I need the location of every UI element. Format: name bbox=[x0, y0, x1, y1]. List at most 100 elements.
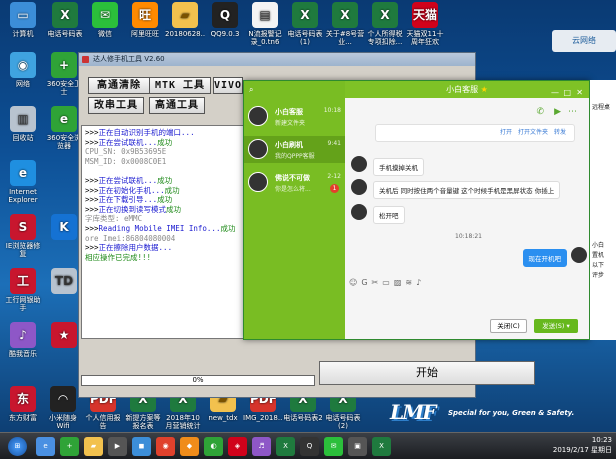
desktop-icon[interactable]: X 个人所得税专项扣除... bbox=[365, 2, 405, 46]
taskbar-excel-icon[interactable]: X bbox=[276, 437, 295, 456]
desktop-icon[interactable]: X 电话号码表(1) bbox=[285, 2, 325, 46]
message-bubble: 关机后 同时按住两个音量键 这个时候手机是黑屏状态 你插上 bbox=[373, 181, 561, 199]
scissors-icon[interactable]: ✂ bbox=[372, 278, 383, 287]
close-chat-button[interactable]: 关闭(C) bbox=[490, 319, 527, 333]
start-menu-icon[interactable]: ⊞ bbox=[8, 437, 27, 456]
desktop-icon[interactable]: S IE浏览器修复 bbox=[3, 214, 43, 258]
taskbar-app-icon[interactable]: ◼ bbox=[132, 437, 151, 456]
desktop-icon-label: QQ9.0.3 bbox=[210, 30, 240, 38]
desktop-icon[interactable]: ▭ 计算机 bbox=[3, 2, 43, 38]
desktop-icon-glyph: + bbox=[51, 52, 77, 78]
lmf-branding: LMF Special for you, Green & Safety. bbox=[390, 400, 574, 424]
desktop-icon[interactable]: 天猫 天猫双11十周年狂欢 bbox=[405, 2, 445, 46]
taskbar-app-icon[interactable]: ◆ bbox=[180, 437, 199, 456]
desktop-icon[interactable]: ✉ 微信 bbox=[85, 2, 125, 38]
desktop-icon[interactable]: 东东方财富 bbox=[3, 386, 43, 422]
log-text: 正在尝试联机... bbox=[98, 137, 158, 147]
right-panel-text: 评步 bbox=[592, 272, 605, 279]
gif-icon[interactable]: G bbox=[361, 278, 371, 287]
emoji-icon[interactable]: ☺ bbox=[349, 278, 361, 287]
log-text: 正在切换到读写模式 bbox=[98, 204, 167, 214]
avatar bbox=[248, 172, 268, 192]
taskbar-app-icon[interactable]: ◉ bbox=[156, 437, 175, 456]
contact-name: 小白刷机 bbox=[275, 141, 303, 149]
desktop-icon-label: 小米随身Wifi bbox=[49, 414, 77, 430]
log-text: >>> bbox=[85, 243, 99, 253]
desktop-icon-glyph: TD bbox=[51, 268, 77, 294]
taskbar-360-icon[interactable]: + bbox=[60, 437, 79, 456]
desktop-icon[interactable]: 旺阿里旺旺 bbox=[125, 2, 165, 38]
contact-item[interactable]: 小白刷机 我的QPPP客服 9:41 bbox=[244, 136, 345, 163]
send-button[interactable]: 发送(S) ▾ bbox=[534, 319, 578, 333]
desktop-icon-label: IMG_2018... bbox=[243, 414, 283, 422]
shake-icon[interactable]: ≋ bbox=[405, 278, 416, 287]
desktop-icon-label: 个人信用报告 bbox=[85, 414, 121, 430]
message-bubble: 现在开机吧 bbox=[522, 249, 567, 267]
file-action-link[interactable]: 转发 bbox=[554, 129, 566, 136]
chat-window: ⌕ 小白客服 新建文件夹 10:18 小白刷机 我的QPPP客服 9:41 佛说不可做 你是怎… bbox=[243, 80, 590, 340]
log-text: 相应操作已完成!!! bbox=[85, 252, 152, 262]
desktop-icon-glyph: ▤ bbox=[252, 2, 278, 28]
taskbar-ie-icon[interactable]: e bbox=[36, 437, 55, 456]
desktop-icon[interactable]: ▥ 回收站 bbox=[3, 106, 43, 142]
desktop-icon[interactable]: X 电话号码表 bbox=[45, 2, 85, 38]
taskbar-app-icon[interactable]: ◐ bbox=[204, 437, 223, 456]
log-text: 成功 bbox=[220, 223, 236, 233]
contact-msg: 我的QPPP客服 bbox=[275, 153, 315, 160]
chat-title: 小白客服 bbox=[446, 85, 479, 94]
qualcomm-clear-button[interactable]: 高通清除 bbox=[88, 77, 150, 94]
desktop-icon[interactable]: ▰ 20180628... bbox=[165, 2, 205, 38]
desktop-icon[interactable]: ◉ 网络 bbox=[3, 52, 43, 88]
desktop-icon-label: 新提方案等报名表 bbox=[125, 414, 161, 430]
desktop-icon-label: IE浏览器修复 bbox=[5, 242, 41, 258]
desktop-icon-glyph: 工 bbox=[10, 268, 36, 294]
desktop-icon[interactable]: Q QQ9.0.3 bbox=[205, 2, 245, 38]
qualcomm-tool-button[interactable]: 高通工具 bbox=[149, 97, 205, 114]
mtk-tool-button[interactable]: MTK 工具 bbox=[149, 77, 211, 94]
taskbar-wechat-icon[interactable]: ✉ bbox=[324, 437, 343, 456]
right-panel-text: 小白 bbox=[592, 242, 605, 249]
desktop-icon[interactable]: ♪ 酷我音乐 bbox=[3, 322, 43, 358]
taskbar-media-icon[interactable]: ▶ bbox=[108, 437, 127, 456]
folder-icon[interactable]: ▭ bbox=[382, 278, 394, 287]
desktop-icon-label: 网络 bbox=[16, 80, 30, 88]
video-icon[interactable]: ▶ bbox=[554, 107, 561, 117]
log-text: 正在初始化手机... bbox=[98, 185, 165, 195]
vivo-button[interactable]: VIVO bbox=[213, 77, 243, 94]
cloud-widget[interactable]: 云网络 bbox=[552, 30, 616, 52]
taskbar-app-icon[interactable]: ▣ bbox=[348, 437, 367, 456]
phone-icon[interactable]: ✆ bbox=[536, 107, 544, 117]
desktop-icon[interactable]: 工工行网银助手 bbox=[3, 268, 43, 312]
contact-item[interactable]: 小白客服 新建文件夹 10:18 bbox=[244, 103, 345, 130]
flash-tool-titlebar[interactable]: 达人修手机工具 V2.60 bbox=[79, 53, 475, 66]
taskbar-excel-icon[interactable]: X bbox=[372, 437, 391, 456]
start-button[interactable]: 开始 bbox=[319, 361, 535, 385]
send-label: 发送(S) bbox=[542, 322, 565, 330]
file-action-link[interactable]: 打开 bbox=[500, 129, 512, 136]
chat-header[interactable]: 小白客服 ★ — □ ✕ bbox=[345, 81, 589, 98]
taskbar-folder-icon[interactable]: ▰ bbox=[84, 437, 103, 456]
file-action-link[interactable]: 打开文件夹 bbox=[518, 129, 548, 136]
desktop-icon[interactable]: ▤ N流报警记录_0.tn6 bbox=[245, 2, 285, 46]
mic-icon[interactable]: ♪ bbox=[416, 278, 425, 287]
desktop-icon[interactable]: X 关于#8号营业... bbox=[325, 2, 365, 46]
taskbar-qq-icon[interactable]: Q bbox=[300, 437, 319, 456]
desktop-icon[interactable]: ◠ 小米随身Wifi bbox=[43, 386, 83, 430]
log-text: 正在自动识别手机的端口... bbox=[98, 128, 195, 137]
contact-item[interactable]: 佛说不可做 你是怎么将... 2-12 1 bbox=[244, 169, 345, 196]
more-icon[interactable]: ⋯ bbox=[568, 107, 577, 117]
log-text: >>> bbox=[85, 223, 99, 233]
image-icon[interactable]: ▨ bbox=[394, 278, 406, 287]
desktop-icon-label: N流报警记录_0.tn6 bbox=[248, 30, 282, 46]
change-serial-button[interactable]: 改串工具 bbox=[88, 97, 144, 114]
log-text: >>> bbox=[85, 204, 99, 214]
search-icon[interactable]: ⌕ bbox=[249, 85, 263, 95]
desktop-icon[interactable]: e Internet Explorer bbox=[3, 160, 43, 204]
log-text: >>> bbox=[85, 137, 99, 147]
taskbar-app-icon[interactable]: ◈ bbox=[228, 437, 247, 456]
desktop-icon-label: 回收站 bbox=[12, 134, 34, 142]
system-tray[interactable]: 10:23 2019/2/17 星期日 bbox=[553, 435, 612, 455]
desktop-icon-glyph: ▭ bbox=[10, 2, 36, 28]
star-icon: ★ bbox=[478, 85, 488, 94]
taskbar-app-icon[interactable]: ♬ bbox=[252, 437, 271, 456]
